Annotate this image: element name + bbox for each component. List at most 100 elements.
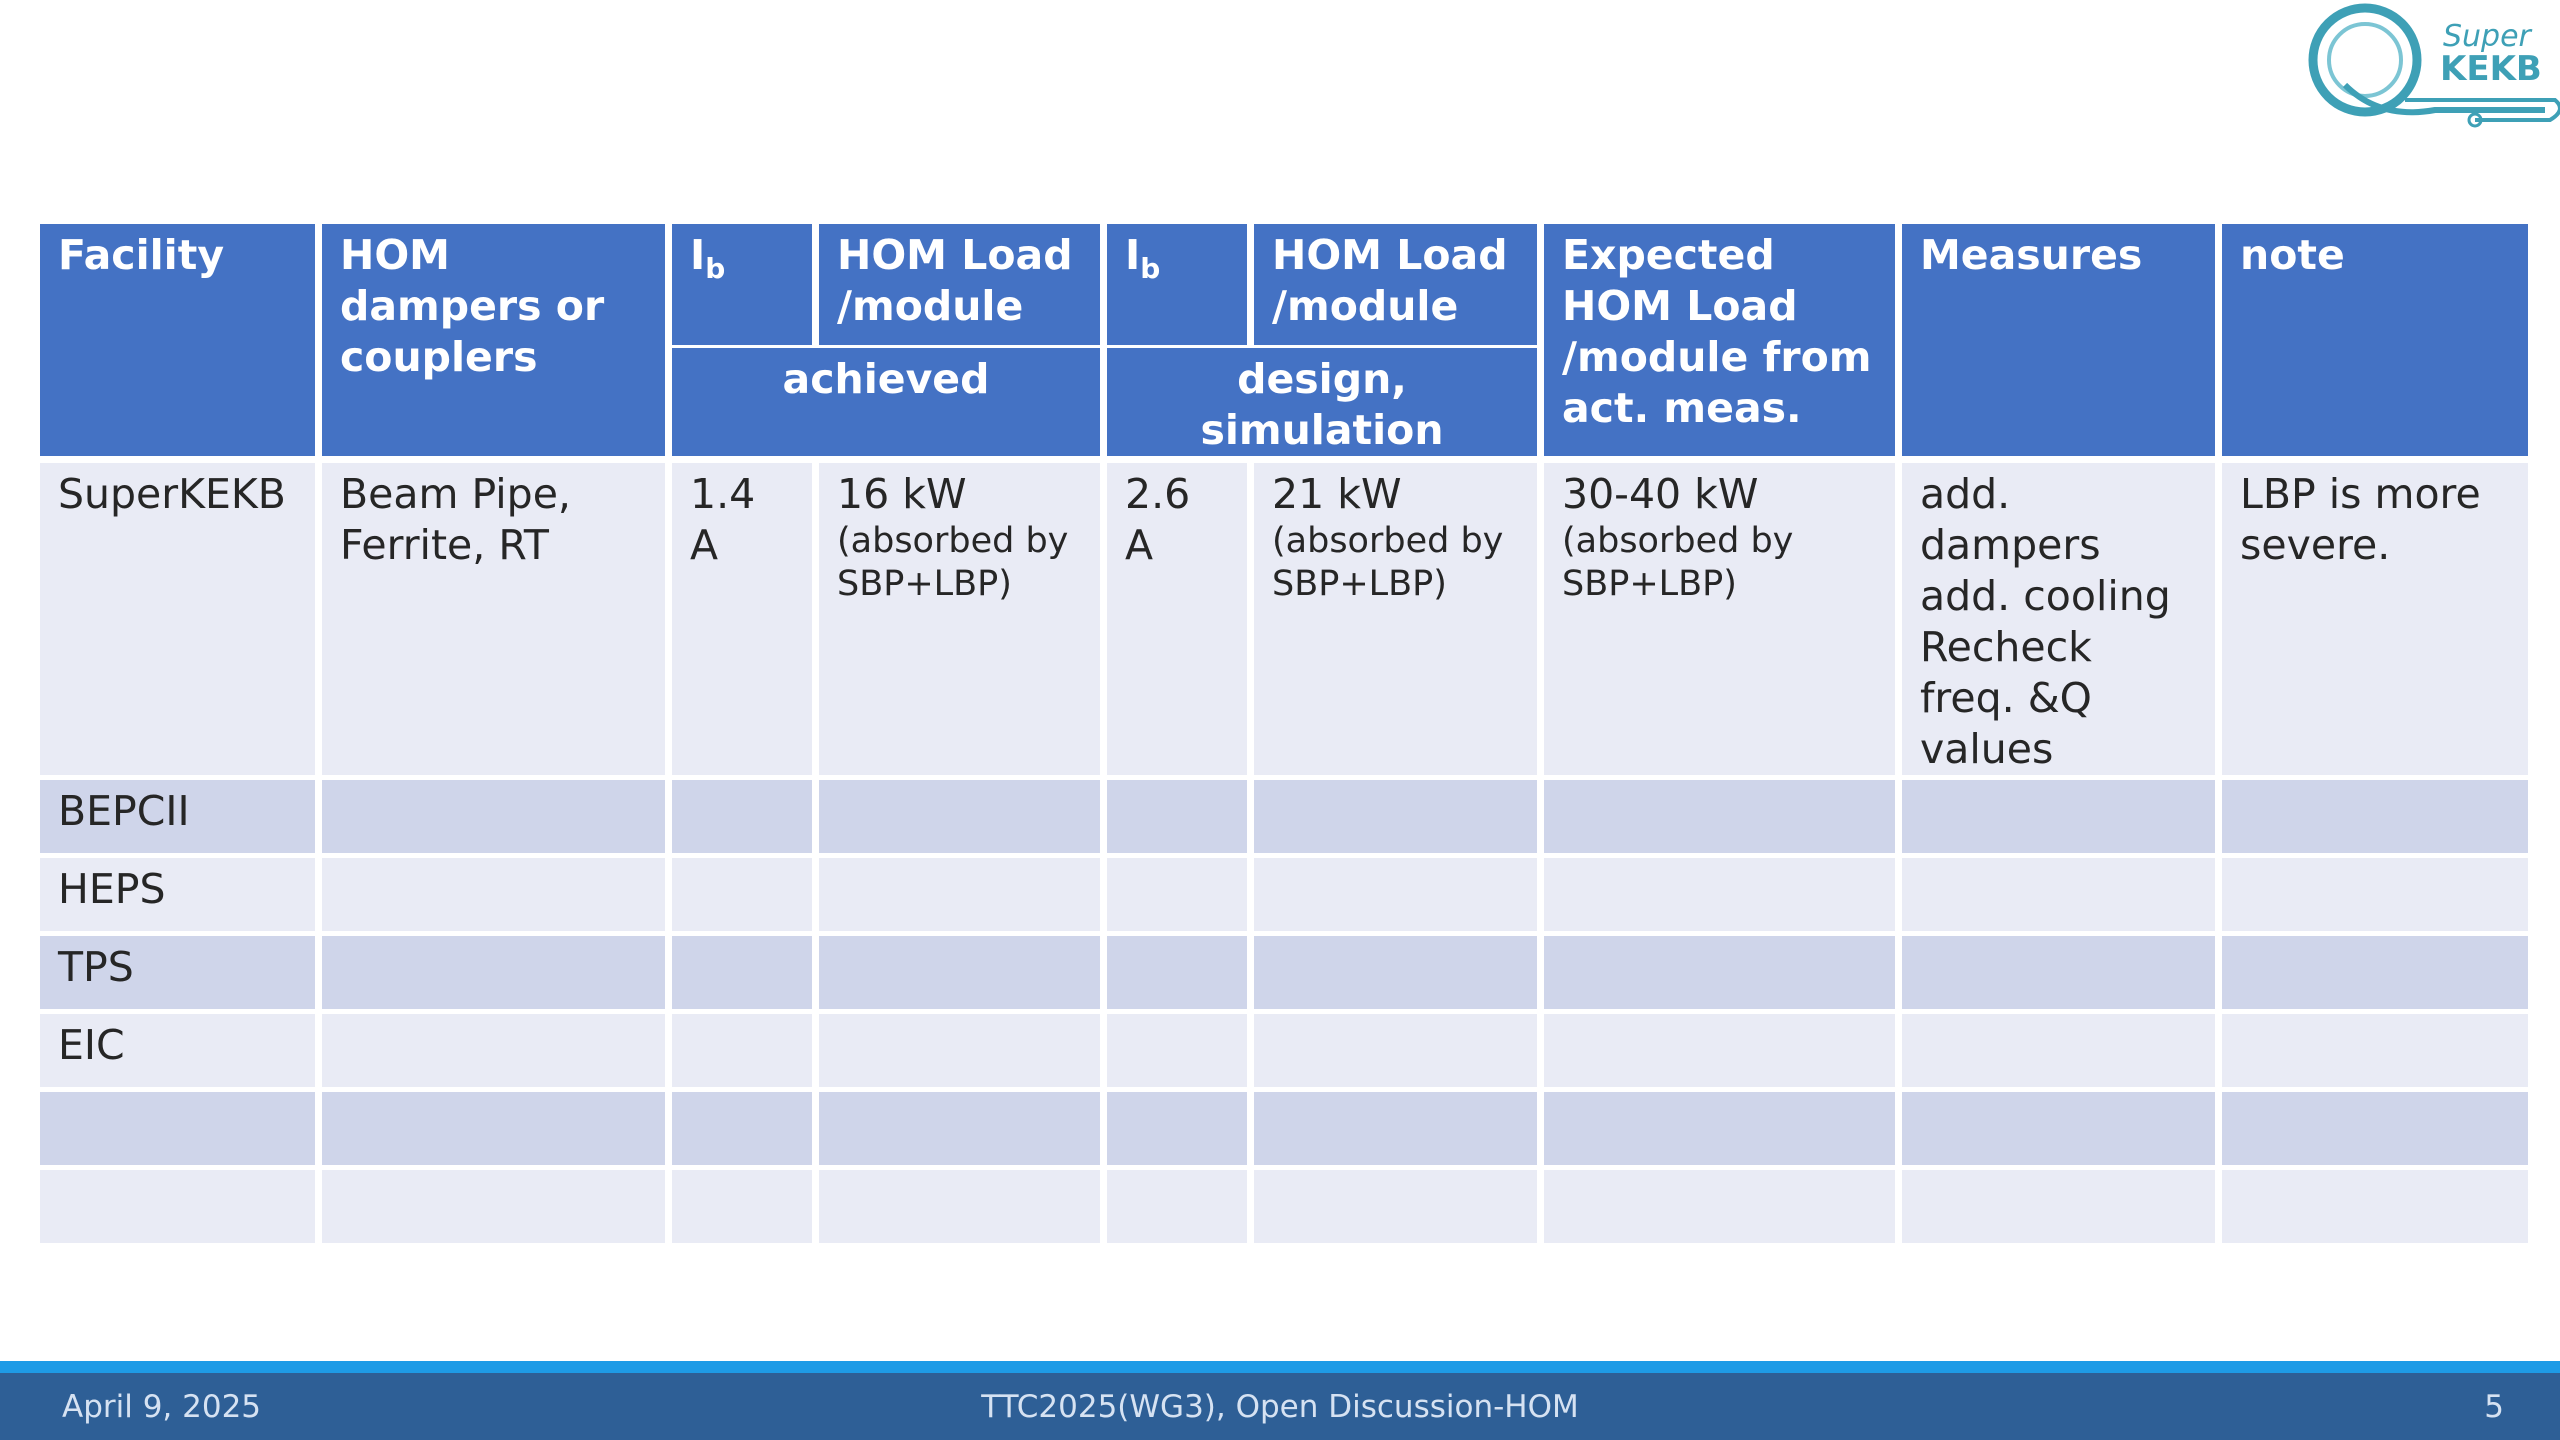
- header-design-simulation: design, simulation: [1107, 348, 1544, 456]
- ib-achieved-sub: b: [705, 252, 726, 286]
- cell-empty: [322, 853, 672, 931]
- cell-empty: [1254, 775, 1544, 853]
- superkekb-logo: Super KEKB: [2285, 0, 2560, 135]
- header-hom-load-achieved: HOM Load /module: [819, 224, 1107, 348]
- cell-empty: [672, 775, 819, 853]
- cell-empty: [322, 931, 672, 1009]
- cell-empty: [322, 1009, 672, 1087]
- ib-design-main: I: [1125, 231, 1141, 279]
- cell-load-achieved: 16 kW (absorbed by SBP+LBP): [819, 456, 1107, 775]
- logo-text-kekb: KEKB: [2440, 49, 2542, 89]
- header-note: note: [2222, 224, 2528, 456]
- cell-empty: [819, 853, 1107, 931]
- footer-date: April 9, 2025: [62, 1389, 262, 1425]
- cell-empty: [1902, 1165, 2222, 1243]
- cell-empty: [1902, 775, 2222, 853]
- cell-empty: [1254, 931, 1544, 1009]
- cell-empty: [1544, 1009, 1902, 1087]
- cell-note: LBP is more severe.: [2222, 456, 2528, 775]
- cell-empty: [1254, 1009, 1544, 1087]
- table-row: [40, 1165, 2528, 1243]
- expected-value: 30-40 kW: [1562, 470, 1759, 518]
- cell-empty: [819, 931, 1107, 1009]
- cell-facility: BEPCII: [40, 775, 322, 853]
- cell-facility: EIC: [40, 1009, 322, 1087]
- cell-empty: [1107, 775, 1254, 853]
- cell-empty: [2222, 775, 2528, 853]
- cell-empty: [1107, 853, 1254, 931]
- cell-facility: [40, 1165, 322, 1243]
- cell-empty: [819, 1165, 1107, 1243]
- header-expected: Expected HOM Load /module from act. meas…: [1544, 224, 1902, 456]
- cell-empty: [2222, 931, 2528, 1009]
- load-achieved-note: (absorbed by SBP+LBP): [837, 521, 1069, 604]
- cell-empty: [2222, 1087, 2528, 1165]
- header-measures: Measures: [1902, 224, 2222, 456]
- cell-facility: TPS: [40, 931, 322, 1009]
- cell-empty: [322, 775, 672, 853]
- cell-empty: [1902, 853, 2222, 931]
- cell-load-design: 21 kW (absorbed by SBP+LBP): [1254, 456, 1544, 775]
- ib-design-sub: b: [1140, 252, 1161, 286]
- cell-ib-achieved: 1.4 A: [672, 456, 819, 775]
- table-row: TPS: [40, 931, 2528, 1009]
- table-row: EIC: [40, 1009, 2528, 1087]
- cell-empty: [672, 1165, 819, 1243]
- cell-facility: SuperKEKB: [40, 456, 322, 775]
- cell-measures: add. dampers add. cooling Recheck freq. …: [1902, 456, 2222, 775]
- cell-empty: [1107, 1165, 1254, 1243]
- cell-empty: [819, 1009, 1107, 1087]
- cell-empty: [1544, 1165, 1902, 1243]
- expected-note: (absorbed by SBP+LBP): [1562, 521, 1794, 604]
- ib-achieved-main: I: [690, 231, 706, 279]
- cell-empty: [1902, 1009, 2222, 1087]
- header-hom-dampers: HOM dampers or couplers: [322, 224, 672, 456]
- cell-empty: [1107, 931, 1254, 1009]
- cell-empty: [1902, 931, 2222, 1009]
- cell-empty: [1254, 853, 1544, 931]
- load-achieved-value: 16 kW: [837, 470, 967, 518]
- cell-empty: [819, 1087, 1107, 1165]
- cell-empty: [1254, 1165, 1544, 1243]
- cell-empty: [1544, 1087, 1902, 1165]
- cell-empty: [672, 1009, 819, 1087]
- cell-empty: [819, 775, 1107, 853]
- cell-empty: [1107, 1009, 1254, 1087]
- cell-ib-design: 2.6 A: [1107, 456, 1254, 775]
- load-design-note: (absorbed by SBP+LBP): [1272, 521, 1504, 604]
- cell-facility: [40, 1087, 322, 1165]
- cell-dampers: Beam Pipe, Ferrite, RT: [322, 456, 672, 775]
- cell-empty: [672, 853, 819, 931]
- table-row: SuperKEKB Beam Pipe, Ferrite, RT 1.4 A 1…: [40, 456, 2528, 775]
- hom-facility-table: Facility HOM dampers or couplers Ib HOM …: [40, 224, 2528, 1243]
- header-facility: Facility: [40, 224, 322, 456]
- table-row: HEPS: [40, 853, 2528, 931]
- footer-title: TTC2025(WG3), Open Discussion-HOM: [981, 1389, 1579, 1425]
- footer-stripe: [0, 1361, 2560, 1373]
- cell-empty: [1544, 931, 1902, 1009]
- header-ib-achieved: Ib: [672, 224, 819, 348]
- cell-empty: [672, 1087, 819, 1165]
- load-design-value: 21 kW: [1272, 470, 1402, 518]
- header-hom-load-design: HOM Load /module: [1254, 224, 1544, 348]
- slide: Super KEKB Facility HOM dampers or coupl…: [0, 0, 2560, 1440]
- footer: TTC2025(WG3), Open Discussion-HOM April …: [0, 1373, 2560, 1440]
- cell-empty: [322, 1087, 672, 1165]
- cell-empty: [1107, 1087, 1254, 1165]
- cell-empty: [322, 1165, 672, 1243]
- cell-facility: HEPS: [40, 853, 322, 931]
- cell-empty: [1544, 775, 1902, 853]
- cell-empty: [1544, 853, 1902, 931]
- cell-empty: [672, 931, 819, 1009]
- cell-empty: [2222, 853, 2528, 931]
- cell-empty: [1902, 1087, 2222, 1165]
- cell-empty: [2222, 1165, 2528, 1243]
- header-ib-design: Ib: [1107, 224, 1254, 348]
- header-achieved: achieved: [672, 348, 1107, 456]
- cell-empty: [1254, 1087, 1544, 1165]
- table-row: BEPCII: [40, 775, 2528, 853]
- table-row: [40, 1087, 2528, 1165]
- cell-empty: [2222, 1009, 2528, 1087]
- page-number: 5: [2484, 1389, 2504, 1425]
- cell-expected: 30-40 kW (absorbed by SBP+LBP): [1544, 456, 1902, 775]
